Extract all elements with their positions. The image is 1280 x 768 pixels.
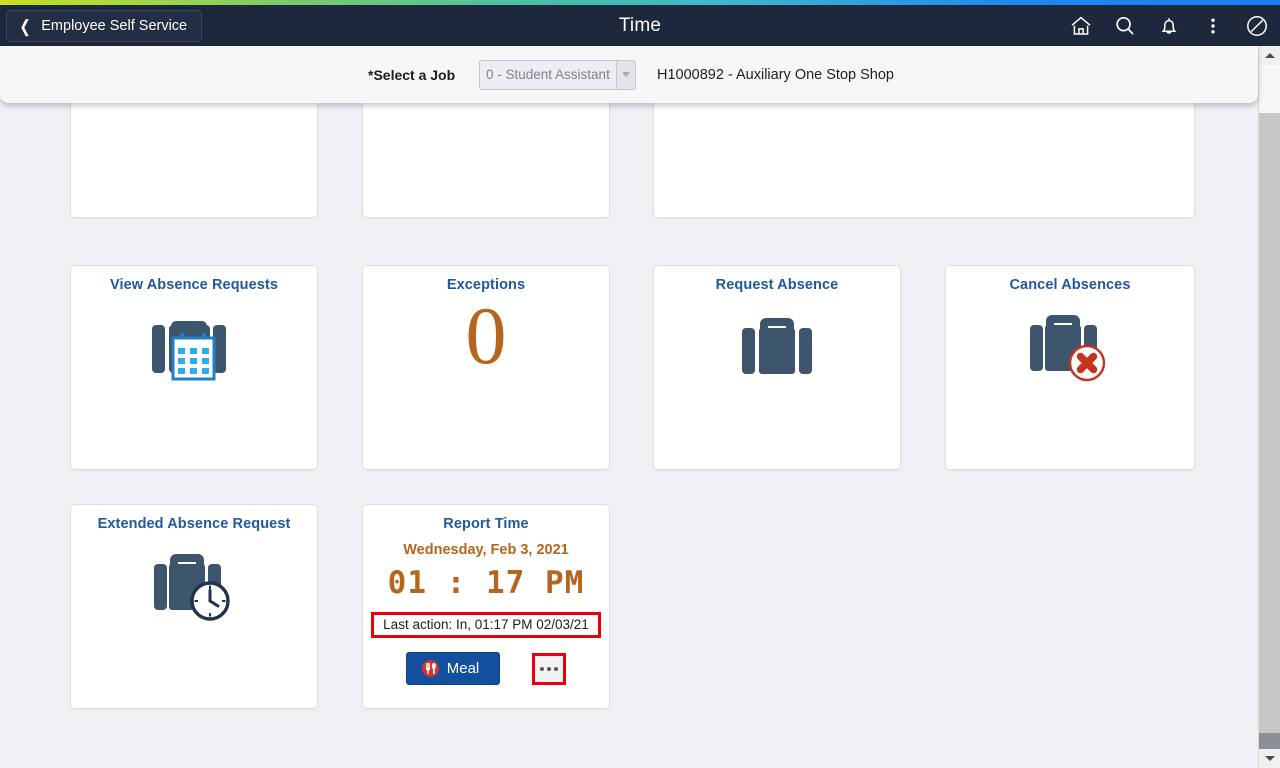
- meal-button[interactable]: Meal: [405, 652, 501, 685]
- briefcase-cancel-icon: [1030, 315, 1106, 382]
- meal-button-label: Meal: [446, 660, 480, 677]
- report-time-title: Report Time: [443, 516, 529, 532]
- briefcase-clock-icon: [154, 554, 230, 621]
- exceptions-tile[interactable]: Exceptions 0: [362, 265, 610, 470]
- meal-icon: [421, 660, 439, 677]
- view-absence-requests-tile[interactable]: View Absence Requests: [70, 265, 318, 470]
- chevron-down-icon: [616, 60, 635, 89]
- extended-absence-request-tile[interactable]: Extended Absence Request: [70, 504, 318, 709]
- scrollbar-thumb[interactable]: [1259, 113, 1280, 733]
- select-a-job-dropdown[interactable]: 0 - Student Assistant: [479, 59, 636, 90]
- nav-bar-icon[interactable]: [1242, 11, 1272, 41]
- select-a-job-value: 0 - Student Assistant: [486, 67, 610, 82]
- chevron-up-icon: [1264, 53, 1275, 58]
- tiles-scroll-region: 0.33 Reported 0.33 Scheduled 37.60 Total…: [0, 46, 1258, 727]
- tile-row-report: Extended Absence Request Report Time Wed…: [0, 504, 1258, 714]
- request-absence-title: Request Absence: [715, 277, 839, 293]
- exceptions-title: Exceptions: [446, 277, 526, 293]
- report-time-actions: Meal: [363, 652, 609, 685]
- last-action-text: Last action: In, 01:17 PM 02/03/21: [371, 612, 601, 638]
- more-actions-button[interactable]: [532, 652, 567, 685]
- extended-absence-request-title: Extended Absence Request: [97, 516, 291, 532]
- ellipsis-dot-icon: [540, 666, 545, 671]
- chevron-down-icon: [1264, 756, 1275, 761]
- briefcase-calendar-icon: [152, 321, 226, 381]
- actions-menu-icon[interactable]: [1198, 11, 1228, 41]
- ellipsis-dot-icon: [547, 666, 552, 671]
- view-absence-requests-title: View Absence Requests: [109, 277, 279, 293]
- vertical-scrollbar[interactable]: [1258, 46, 1280, 768]
- notifications-bell-icon[interactable]: [1154, 11, 1184, 41]
- scrollbar-track-lower[interactable]: [1259, 733, 1280, 749]
- cancel-absences-title: Cancel Absences: [1009, 277, 1131, 293]
- report-time-tile[interactable]: Report Time Wednesday, Feb 3, 2021 01 : …: [362, 504, 610, 709]
- exceptions-count: 0: [465, 290, 507, 381]
- scroll-up-button[interactable]: [1259, 46, 1280, 65]
- select-a-job-label: *Select a Job: [368, 66, 456, 83]
- header-icon-group: [1066, 5, 1272, 46]
- scroll-down-button[interactable]: [1259, 749, 1280, 768]
- report-time-date: Wednesday, Feb 3, 2021: [403, 542, 569, 558]
- briefcase-icon: [742, 318, 812, 374]
- app-header: ❮ Employee Self Service Time: [0, 5, 1280, 46]
- tile-row-absence: View Absence Requests Exceptions 0 Reque…: [0, 265, 1258, 475]
- home-icon[interactable]: [1066, 11, 1096, 41]
- scrollbar-track-upper[interactable]: [1259, 65, 1280, 113]
- job-selector-panel: *Select a Job 0 - Student Assistant H100…: [0, 46, 1258, 103]
- search-icon[interactable]: [1110, 11, 1140, 41]
- job-description-text: H1000892 - Auxiliary One Stop Shop: [657, 66, 894, 83]
- request-absence-tile[interactable]: Request Absence: [653, 265, 901, 470]
- cancel-absences-tile[interactable]: Cancel Absences: [945, 265, 1195, 470]
- ellipsis-dot-icon: [554, 666, 559, 671]
- report-time-clock: 01 : 17 PM: [387, 565, 585, 601]
